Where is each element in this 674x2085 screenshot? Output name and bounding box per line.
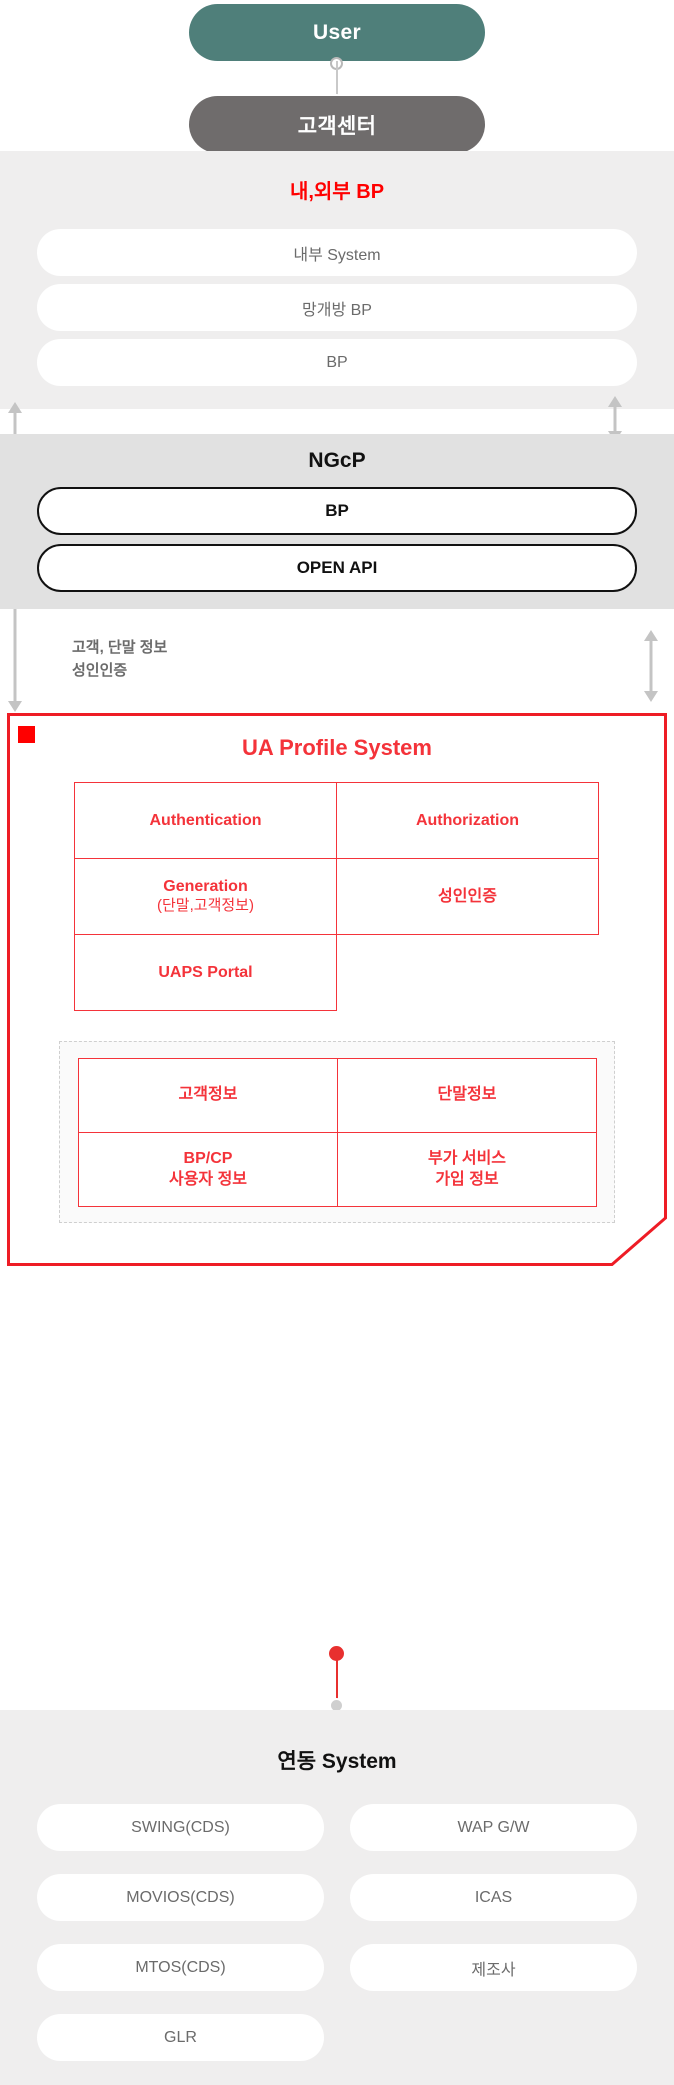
data-flow-label-line1: 고객, 단말 정보 <box>72 639 168 656</box>
linked-system-section: 연동 System SWING(CDS) MOVIOS(CDS) MTOS(CD… <box>0 1710 674 2085</box>
ua-function-label: 성인인증 <box>438 887 497 905</box>
ngcp-section-title: NGcP <box>308 449 366 472</box>
linked-system-wap-gw[interactable]: WAP G/W <box>350 1804 637 1851</box>
data-flow-label-line2: 성인인증 <box>72 661 128 679</box>
ua-function-row: Generation (단말,고객정보) 성인인증 <box>74 858 600 935</box>
linked-system-movios-cds[interactable]: MOVIOS(CDS) <box>37 1874 324 1921</box>
ua-data-store-row: 고객정보 단말정보 <box>78 1058 598 1133</box>
ua-function-authorization[interactable]: Authorization <box>336 782 599 859</box>
data-flow-labels: 고객, 단말 정보 성인인증 <box>72 637 167 682</box>
ua-data-store-row: BP/CP 사용자 정보 부가 서비스 가입 정보 <box>78 1132 598 1207</box>
linked-system-mtos-cds[interactable]: MTOS(CDS) <box>37 1944 324 1991</box>
ua-data-store-grid: 고객정보 단말정보 BP/CP 사용자 정보 부가 서비스 가입 정보 <box>78 1058 598 1207</box>
bp-section-title: 내,외부 BP <box>289 181 385 203</box>
linked-system-manufacturer[interactable]: 제조사 <box>350 1944 637 1991</box>
ua-function-label: Authentication <box>149 811 262 829</box>
ua-function-row: Authentication Authorization <box>74 782 600 859</box>
linked-system-title: 연동 System <box>277 1750 397 1773</box>
ua-function-generation[interactable]: Generation (단말,고객정보) <box>74 858 337 935</box>
ngcp-section: NGcP BP OPEN API <box>0 434 674 609</box>
bp-item-internal-system[interactable]: 내부 System <box>37 229 637 276</box>
diagram-canvas: User 고객센터 내,외부 BP 내부 System 망개방 BP BP NG… <box>0 0 674 2085</box>
linked-system-icas[interactable]: ICAS <box>350 1874 637 1921</box>
linked-system-glr[interactable]: GLR <box>37 2014 324 2061</box>
ua-function-label: Authorization <box>415 811 520 829</box>
ua-function-grid: Authentication Authorization Generation … <box>74 782 600 1011</box>
ua-function-adult-verification[interactable]: 성인인증 <box>336 858 599 935</box>
ua-data-store-bpcp-user-info[interactable]: BP/CP 사용자 정보 <box>78 1132 338 1207</box>
ua-function-label: Generation <box>163 878 248 896</box>
ua-data-store-device-info[interactable]: 단말정보 <box>337 1058 597 1133</box>
ua-function-sublabel: (단말,고객정보) <box>157 897 254 915</box>
ua-function-row: UAPS Portal <box>74 934 600 1011</box>
ua-profile-title: UA Profile System <box>242 735 432 760</box>
connector-dot-red-icon <box>329 1646 344 1661</box>
linked-system-swing-cds[interactable]: SWING(CDS) <box>37 1804 324 1851</box>
ua-function-authentication[interactable]: Authentication <box>74 782 337 859</box>
ua-function-empty-cell <box>336 934 599 1011</box>
arrow-ngcp-ua-double-icon <box>644 630 658 702</box>
bp-item-open-network-bp[interactable]: 망개방 BP <box>37 284 637 331</box>
ngcp-item-bp[interactable]: BP <box>37 487 637 535</box>
ngcp-item-open-api[interactable]: OPEN API <box>37 544 637 592</box>
bp-section: 내,외부 BP 내부 System 망개방 BP BP <box>0 151 674 409</box>
bp-item-bp[interactable]: BP <box>37 339 637 386</box>
ua-data-store-customer-info[interactable]: 고객정보 <box>78 1058 338 1133</box>
user-node[interactable]: User <box>189 4 485 61</box>
ua-profile-system-section: UA Profile System Authentication Authori… <box>7 713 667 1266</box>
ua-data-store-value-added-service-info[interactable]: 부가 서비스 가입 정보 <box>337 1132 597 1207</box>
ua-function-label: UAPS Portal <box>158 963 253 981</box>
ua-function-uaps-portal[interactable]: UAPS Portal <box>74 934 337 1011</box>
call-center-node[interactable]: 고객센터 <box>189 96 485 153</box>
ua-data-store-panel: 고객정보 단말정보 BP/CP 사용자 정보 부가 서비스 가입 정보 <box>59 1041 615 1223</box>
